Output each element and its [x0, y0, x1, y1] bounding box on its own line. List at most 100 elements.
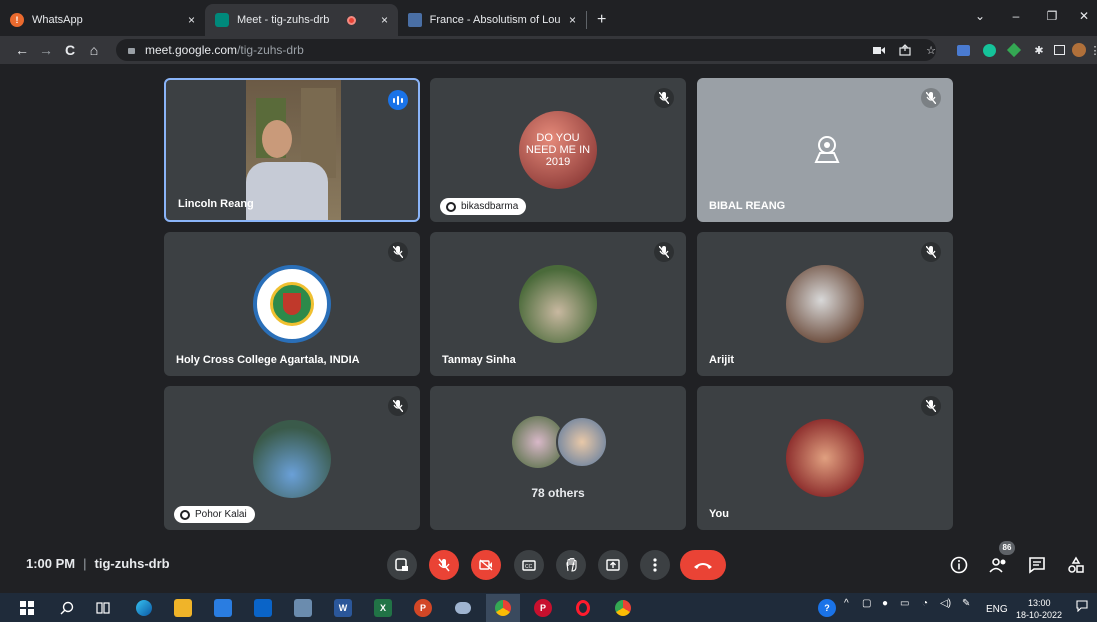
excel-icon[interactable]: X: [374, 599, 392, 617]
help-icon[interactable]: ?: [818, 599, 836, 617]
search-icon[interactable]: [58, 599, 76, 617]
pdf-app-icon[interactable]: P: [534, 599, 552, 617]
college-logo: [253, 265, 331, 343]
speaking-indicator-icon: [388, 90, 408, 110]
wifi-icon[interactable]: ◔: [922, 598, 928, 609]
mic-off-icon: [921, 88, 941, 108]
restore-button[interactable]: ❐: [1034, 0, 1070, 32]
audio-settings-button[interactable]: [387, 550, 417, 580]
participant-tile[interactable]: Arijit: [697, 232, 953, 376]
tab-search-button[interactable]: ⌄: [962, 0, 998, 32]
back-button[interactable]: ←: [10, 42, 34, 58]
video-feed: [246, 80, 341, 220]
store-icon[interactable]: [214, 599, 232, 617]
participant-tile[interactable]: Lincoln Reang: [164, 78, 420, 222]
mic-off-icon: [388, 396, 408, 416]
avatar: [253, 420, 331, 498]
participant-tile[interactable]: Tanmay Sinha: [430, 232, 686, 376]
participant-tile[interactable]: BIBAL REANG: [697, 78, 953, 222]
taskbar-time[interactable]: 13:00: [1028, 598, 1051, 608]
windows-start-icon[interactable]: [18, 599, 36, 617]
participant-name: Arijit: [709, 354, 735, 366]
captions-button[interactable]: CC: [514, 550, 544, 580]
pin-icon: [180, 509, 190, 520]
camera-icon[interactable]: [870, 41, 888, 59]
tab-whatsapp[interactable]: ! WhatsApp ×: [0, 4, 205, 36]
close-tab-icon[interactable]: ×: [561, 13, 576, 27]
file-explorer-icon[interactable]: [174, 599, 192, 617]
svg-text:CC: CC: [525, 564, 533, 570]
chat-button[interactable]: [1024, 552, 1050, 578]
present-screen-button[interactable]: [598, 550, 628, 580]
language-indicator[interactable]: ENG: [986, 604, 1008, 615]
meeting-info: 1:00 PM | tig-zuhs-drb: [26, 556, 170, 571]
tab-meet[interactable]: Meet - tig-zuhs-drb ×: [205, 4, 398, 36]
participant-name: You: [709, 508, 729, 520]
close-tab-icon[interactable]: ×: [373, 13, 388, 27]
participant-tile[interactable]: DO YOU NEED ME IN 2019 bikasdbarma: [430, 78, 686, 222]
grammarly-icon[interactable]: [980, 41, 998, 59]
camera-toggle-button[interactable]: [471, 550, 501, 580]
new-tab-button[interactable]: +: [587, 4, 617, 36]
menu-icon[interactable]: ⋮: [1086, 41, 1097, 59]
raise-hand-button[interactable]: [556, 550, 586, 580]
tray-expand-icon[interactable]: ^: [844, 598, 849, 609]
mail-icon[interactable]: [254, 599, 272, 617]
separator: |: [83, 556, 87, 571]
meeting-time: 1:00 PM: [26, 556, 76, 571]
microphone-toggle-button[interactable]: [429, 550, 459, 580]
task-view-icon[interactable]: [94, 599, 112, 617]
shield: [283, 293, 301, 315]
participant-tile[interactable]: Holy Cross College Agartala, INDIA: [164, 232, 420, 376]
bookmark-star-icon[interactable]: ☆: [922, 41, 940, 59]
people-button[interactable]: [986, 552, 1012, 578]
participant-count-badge: 86: [999, 541, 1015, 555]
powerpoint-icon[interactable]: P: [414, 599, 432, 617]
extension-icon[interactable]: [1005, 41, 1023, 59]
tab-title: Meet - tig-zuhs-drb: [237, 14, 330, 26]
home-button[interactable]: ⌂: [82, 42, 106, 58]
address-bar[interactable]: meet.google.com/tig-zuhs-drb: [116, 39, 936, 61]
volume-icon[interactable]: ◁): [940, 598, 951, 609]
participant-tile[interactable]: You: [697, 386, 953, 530]
meeting-details-button[interactable]: [946, 552, 972, 578]
url-path: /tig-zuhs-drb: [237, 43, 304, 57]
seal: [270, 282, 314, 326]
edge-icon[interactable]: [135, 599, 153, 617]
activities-button[interactable]: [1063, 552, 1089, 578]
word-icon[interactable]: W: [334, 599, 352, 617]
pen-icon[interactable]: ✎: [962, 598, 970, 609]
share-icon[interactable]: [896, 41, 914, 59]
avatar: [556, 416, 608, 468]
name-chip: Pohor Kalai: [174, 506, 255, 523]
chrome-icon[interactable]: [494, 599, 512, 617]
person-shirt: [246, 162, 328, 220]
close-tab-icon[interactable]: ×: [180, 13, 195, 27]
photos-icon[interactable]: [294, 599, 312, 617]
taskbar-date[interactable]: 18-10-2022: [1016, 610, 1062, 620]
side-panel-icon[interactable]: [1050, 41, 1068, 59]
tab-title: WhatsApp: [32, 14, 83, 26]
pin-icon: [446, 201, 456, 212]
mic-off-icon: [921, 242, 941, 262]
forward-button[interactable]: →: [34, 42, 58, 58]
tray-icon[interactable]: ▢: [862, 598, 871, 609]
app-icon[interactable]: [454, 599, 472, 617]
participant-tile[interactable]: Pohor Kalai: [164, 386, 420, 530]
opera-icon[interactable]: [574, 599, 592, 617]
leave-call-button[interactable]: [680, 550, 726, 580]
extension-icon[interactable]: [954, 41, 972, 59]
tab-france[interactable]: France - Absolutism of Louis | Bri ×: [398, 4, 586, 36]
notifications-icon[interactable]: [1076, 600, 1088, 615]
minimize-button[interactable]: –: [998, 0, 1034, 32]
others-tile[interactable]: 78 others: [430, 386, 686, 530]
more-options-button[interactable]: [640, 550, 670, 580]
microphone-icon[interactable]: ●: [882, 598, 888, 609]
puzzle-icon[interactable]: ✱: [1030, 41, 1048, 59]
participant-name: Tanmay Sinha: [442, 354, 516, 366]
chrome-dev-icon[interactable]: [614, 599, 632, 617]
others-count: 78 others: [531, 486, 585, 500]
reload-button[interactable]: C: [58, 42, 82, 58]
battery-icon[interactable]: ▭: [900, 598, 909, 609]
close-window-button[interactable]: ✕: [1066, 0, 1097, 32]
